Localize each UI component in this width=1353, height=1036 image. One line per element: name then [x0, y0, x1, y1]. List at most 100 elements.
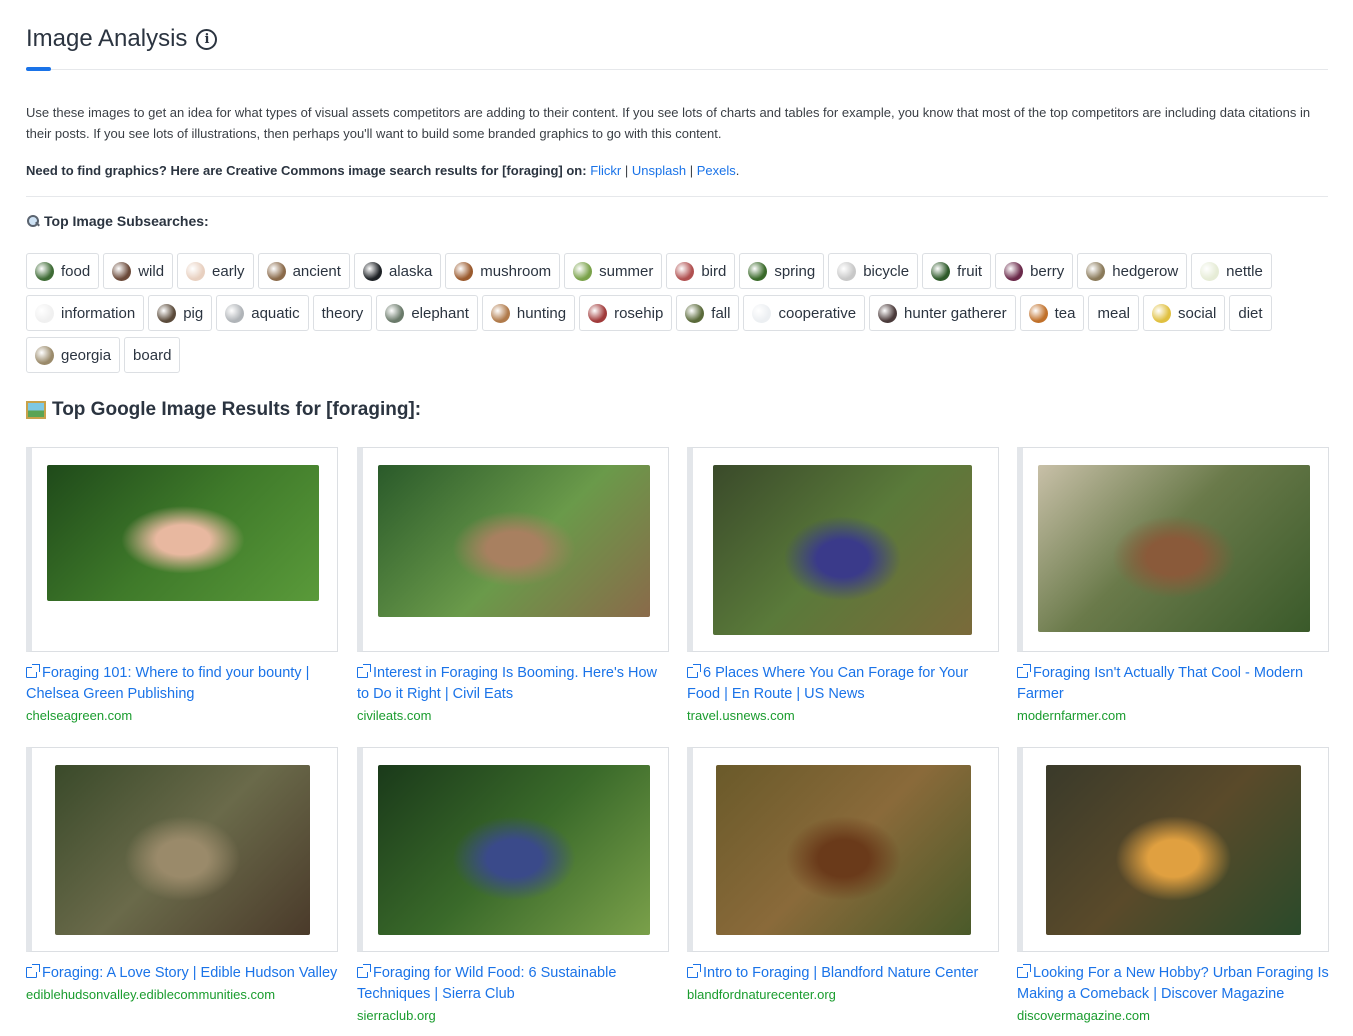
chip-label: early: [212, 262, 245, 280]
result-link[interactable]: Foraging for Wild Food: 6 Sustainable Te…: [357, 963, 669, 1005]
result-image[interactable]: [55, 765, 310, 935]
image-result-card: Foraging 101: Where to find your bounty …: [26, 447, 338, 723]
subsearch-chip[interactable]: alaska: [353, 253, 442, 289]
result-image[interactable]: [1038, 465, 1310, 632]
chip-label: bird: [701, 262, 727, 280]
chip-label: fall: [711, 304, 731, 322]
pexels-link[interactable]: Pexels: [697, 163, 736, 178]
subsearch-chip[interactable]: aquatic: [216, 295, 309, 331]
chip-label: mushroom: [480, 262, 552, 280]
result-link[interactable]: Interest in Foraging Is Booming. Here's …: [357, 663, 669, 705]
result-link[interactable]: Foraging: A Love Story | Edible Hudson V…: [26, 963, 338, 984]
result-link[interactable]: 6 Places Where You Can Forage for Your F…: [687, 663, 999, 705]
subsearch-chip[interactable]: fruit: [922, 253, 992, 289]
result-domain: chelseagreen.com: [26, 708, 133, 723]
page-title-text: Image Analysis: [26, 25, 188, 52]
external-link-icon: [26, 964, 40, 978]
chip-label: elephant: [411, 304, 469, 322]
subsearch-chip[interactable]: bicycle: [828, 253, 919, 289]
subsearch-chip[interactable]: rosehip: [579, 295, 673, 331]
result-domain: blandfordnaturecenter.org: [687, 987, 836, 1002]
subsearch-chip[interactable]: information: [26, 295, 145, 331]
result-link[interactable]: Intro to Foraging | Blandford Nature Cen…: [687, 963, 999, 984]
subsearch-chip[interactable]: tea: [1019, 295, 1085, 331]
results-heading: Top Google Image Results for [foraging]:: [26, 399, 421, 421]
subsearch-chip[interactable]: board: [124, 337, 181, 373]
separator: |: [624, 163, 629, 178]
subsearch-chip[interactable]: summer: [564, 253, 663, 289]
subsearch-chip[interactable]: wild: [103, 253, 174, 289]
chip-thumbnail: [112, 261, 132, 281]
chip-thumbnail: [1004, 261, 1024, 281]
image-frame: [1017, 447, 1329, 652]
subsearch-chip[interactable]: hunter gatherer: [869, 295, 1016, 331]
image-frame: [687, 447, 999, 652]
result-image[interactable]: [378, 465, 650, 617]
chip-label: hunter gatherer: [904, 304, 1007, 322]
subsearch-chip[interactable]: fall: [676, 295, 740, 331]
chip-thumbnail: [454, 261, 474, 281]
subsearch-chip[interactable]: pig: [148, 295, 213, 331]
subsearch-chip[interactable]: hedgerow: [1077, 253, 1188, 289]
image-frame: [1017, 747, 1329, 952]
info-icon[interactable]: i: [196, 28, 218, 50]
subsearch-chip[interactable]: early: [177, 253, 254, 289]
result-domain: modernfarmer.com: [1017, 708, 1127, 723]
chip-label: hedgerow: [1112, 262, 1179, 280]
chip-thumbnail: [878, 303, 898, 323]
result-domain: ediblehudsonvalley.ediblecommunities.com: [26, 987, 276, 1002]
chip-thumbnail: [35, 303, 54, 323]
title-underline: [26, 67, 51, 71]
subsearch-chip[interactable]: mushroom: [445, 253, 561, 289]
image-result-card: Foraging for Wild Food: 6 Sustainable Te…: [357, 747, 669, 1023]
chip-label: ancient: [292, 262, 341, 280]
subsearch-chip[interactable]: bird: [666, 253, 736, 289]
subsearch-chip[interactable]: meal: [1088, 295, 1139, 331]
chip-thumbnail: [362, 261, 382, 281]
image-result-card: Foraging: A Love Story | Edible Hudson V…: [26, 747, 338, 1002]
chip-thumbnail: [1200, 261, 1220, 281]
subsearch-chip[interactable]: berry: [995, 253, 1074, 289]
subsearch-chip[interactable]: food: [26, 253, 100, 289]
subsearch-chip[interactable]: ancient: [257, 253, 350, 289]
result-title: Foraging for Wild Food: 6 Sustainable Te…: [357, 965, 617, 1002]
chip-label: social: [1178, 304, 1217, 322]
chip-thumbnail: [685, 303, 705, 323]
chip-thumbnail: [186, 261, 206, 281]
image-frame: [357, 447, 669, 652]
result-image[interactable]: [47, 465, 319, 601]
flickr-link[interactable]: Flickr: [590, 163, 621, 178]
chip-thumbnail: [266, 261, 286, 281]
result-image[interactable]: [378, 765, 650, 935]
chip-label: tea: [1054, 304, 1076, 322]
chip-thumbnail: [1028, 303, 1048, 323]
subsearch-chip[interactable]: diet: [1229, 295, 1272, 331]
result-link[interactable]: Looking For a New Hobby? Urban Foraging …: [1017, 963, 1329, 1005]
chip-thumbnail: [157, 303, 177, 323]
result-image[interactable]: [1046, 765, 1301, 935]
chip-label: alaska: [388, 262, 433, 280]
chip-thumbnail: [675, 261, 695, 281]
chip-label: hunting: [516, 304, 567, 322]
subsearch-chip[interactable]: elephant: [376, 295, 478, 331]
result-link[interactable]: Foraging 101: Where to find your bounty …: [26, 663, 338, 705]
result-image[interactable]: [716, 765, 971, 935]
chip-label: bicycle: [863, 262, 910, 280]
result-image[interactable]: [713, 465, 972, 635]
chip-label: wild: [138, 262, 165, 280]
result-link[interactable]: Foraging Isn't Actually That Cool - Mode…: [1017, 663, 1329, 705]
subsearch-chip[interactable]: spring: [739, 253, 825, 289]
result-title: Foraging 101: Where to find your bounty …: [26, 665, 310, 702]
subsearch-chip[interactable]: cooperative: [743, 295, 866, 331]
subsearch-chip[interactable]: hunting: [481, 295, 576, 331]
subsearches-heading: Top Image Subsearches:: [26, 213, 209, 229]
unsplash-link[interactable]: Unsplash: [632, 163, 686, 178]
chip-label: food: [61, 262, 91, 280]
subsearch-chip[interactable]: georgia: [26, 337, 121, 373]
chip-label: diet: [1238, 304, 1263, 322]
subsearch-chip[interactable]: nettle: [1191, 253, 1272, 289]
subsearch-chip[interactable]: theory: [312, 295, 373, 331]
subsearch-chip[interactable]: social: [1143, 295, 1226, 331]
external-link-icon: [687, 964, 701, 978]
chip-label: meal: [1097, 304, 1130, 322]
